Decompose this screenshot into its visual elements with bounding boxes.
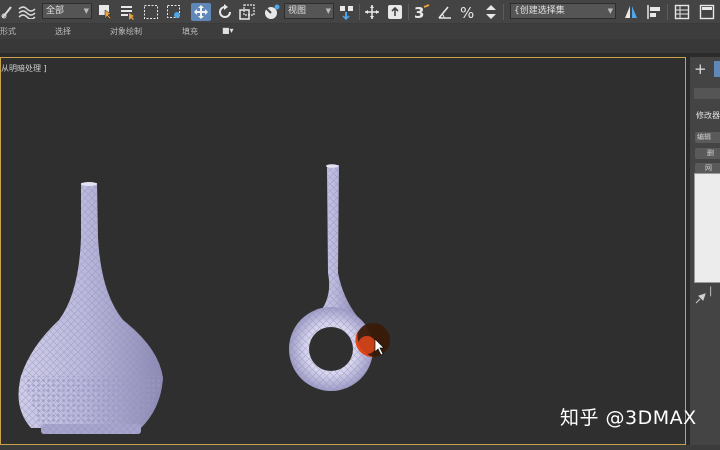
main-toolbar: 全部 ▼ 视图 ▼ 3 % {创建选择集 ▼ — [0, 0, 720, 24]
ring-pendant-model[interactable] — [289, 164, 373, 391]
rect-region-icon[interactable] — [142, 3, 160, 21]
mirror-icon[interactable] — [622, 3, 640, 21]
manipulate-icon[interactable] — [363, 3, 381, 21]
ribbon-tabs: 形式 选择 对象绘制 填充 ■▾ — [0, 24, 720, 39]
selection-filter-dropdown[interactable]: 全部 ▼ — [42, 3, 92, 19]
status-bar — [0, 445, 720, 450]
scale-icon[interactable] — [238, 3, 256, 21]
keyboard-icon[interactable] — [386, 3, 404, 21]
create-tab-icon[interactable]: + — [694, 61, 707, 77]
ribbon-toggle-button[interactable]: ■▾ — [222, 26, 234, 35]
modifier-button[interactable]: 删 — [695, 148, 720, 159]
tab-form[interactable]: 形式 — [0, 26, 16, 37]
align-icon[interactable] — [645, 3, 663, 21]
select-by-name-icon[interactable] — [119, 3, 137, 21]
pivot-icon[interactable] — [337, 3, 357, 21]
reference-coordinate-dropdown[interactable]: 视图 ▼ — [284, 3, 334, 19]
rotate-icon[interactable] — [216, 3, 234, 21]
modifier-button[interactable]: 编辑 — [695, 132, 720, 143]
link-icon[interactable] — [0, 3, 14, 21]
perspective-viewport[interactable]: 从明暗处理 ] — [0, 57, 686, 445]
angle-snap-icon[interactable] — [436, 3, 454, 21]
window-crossing-icon[interactable] — [165, 3, 183, 21]
modifier-list-label: 修改器 — [696, 111, 720, 120]
move-icon[interactable] — [191, 3, 211, 21]
modify-tab[interactable] — [714, 61, 720, 77]
modifier-stack-list[interactable] — [694, 173, 720, 283]
tab-object-paint[interactable]: 对象绘制 — [110, 26, 142, 37]
svg-text:%: % — [460, 4, 474, 20]
chevron-down-icon: ▼ — [607, 7, 613, 15]
ribbon-icon[interactable] — [697, 3, 717, 21]
pin-icon[interactable] — [695, 289, 707, 308]
tab-select[interactable]: 选择 — [55, 26, 71, 37]
stack-separator: | — [709, 286, 713, 297]
select-icon[interactable] — [96, 3, 114, 21]
snap-3-icon[interactable]: 3 — [412, 3, 432, 21]
command-panel: + 修改器 编辑 删 网 … | — [689, 57, 720, 445]
vase-model[interactable] — [18, 182, 163, 434]
percent-snap-icon[interactable]: % — [459, 3, 477, 21]
spinner-snap-icon[interactable] — [482, 3, 500, 21]
bind-icon[interactable] — [16, 3, 38, 21]
object-name-field[interactable] — [694, 88, 720, 99]
tab-populate[interactable]: 填充 — [182, 26, 198, 37]
named-selection-set-value: {创建选择集 — [514, 6, 565, 16]
viewport-label[interactable]: 从明暗处理 ] — [1, 63, 47, 74]
svg-text:3: 3 — [414, 4, 424, 20]
viewport-scene — [18, 164, 390, 434]
watermark: 知乎 @3DMAX — [560, 407, 697, 429]
chevron-down-icon: ▼ — [83, 7, 89, 15]
ribbon-panel — [0, 39, 720, 54]
chevron-down-icon: ▼ — [325, 7, 331, 15]
table-icon[interactable] — [673, 3, 691, 21]
reference-coordinate-value: 视图 — [288, 6, 307, 16]
named-selection-set-dropdown[interactable]: {创建选择集 ▼ — [510, 3, 616, 19]
selection-filter-value: 全部 — [46, 6, 65, 16]
placement-icon[interactable] — [261, 3, 281, 21]
